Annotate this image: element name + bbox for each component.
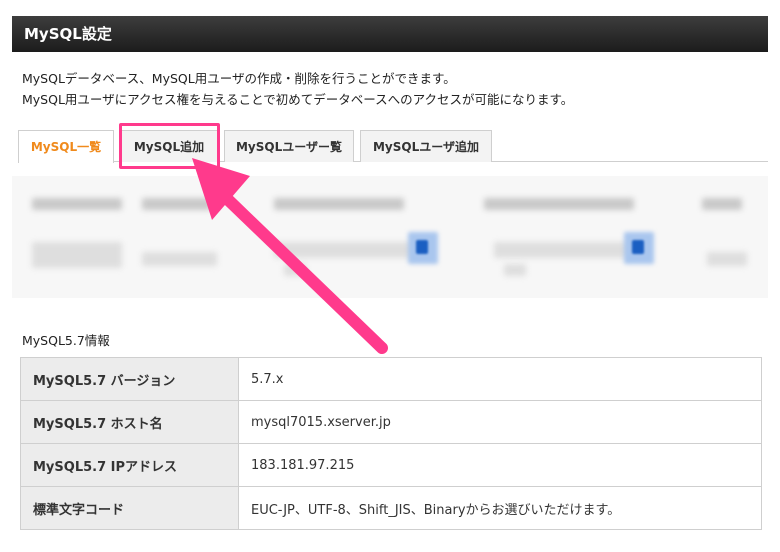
table-row: MySQL5.7 ホスト名 mysql7015.xserver.jp	[20, 400, 762, 444]
blurred-cell	[707, 252, 747, 266]
description-line-2: MySQL用ユーザにアクセス権を与えることで初めてデータベースへのアクセスが可能…	[22, 92, 574, 107]
tab-bar: MySQL一覧 MySQL追加 MySQLユーザー覧 MySQLユーザ追加	[18, 128, 768, 163]
tab-mysql-list[interactable]: MySQL一覧	[18, 130, 114, 163]
row-value-version: 5.7.x	[238, 357, 762, 401]
table-row: 標準文字コード EUC-JP、UTF-8、Shift_JIS、Binaryからお…	[20, 486, 762, 530]
blurred-cell	[284, 264, 306, 276]
mysql-info-table: MySQL5.7 バージョン 5.7.x MySQL5.7 ホスト名 mysql…	[20, 357, 762, 530]
mysql-info-heading: MySQL5.7情報	[22, 333, 110, 348]
table-row: MySQL5.7 IPアドレス 183.181.97.215	[20, 443, 762, 487]
page-title-bar: MySQL設定	[12, 16, 768, 52]
row-label-charset: 標準文字コード	[20, 486, 239, 530]
row-label-version: MySQL5.7 バージョン	[20, 357, 239, 401]
blurred-cell	[32, 198, 122, 210]
blurred-database-table	[12, 176, 768, 298]
blurred-cell	[142, 252, 217, 266]
tab-mysql-user-list[interactable]: MySQLユーザー覧	[224, 130, 354, 162]
blurred-cell	[274, 198, 404, 210]
blurred-cell	[504, 264, 526, 276]
blurred-checkbox	[632, 240, 644, 254]
description-line-1: MySQLデータベース、MySQL用ユーザの作成・削除を行うことができます。	[22, 71, 456, 86]
blurred-checkbox	[416, 240, 428, 254]
row-value-charset: EUC-JP、UTF-8、Shift_JIS、Binaryからお選びいただけます…	[238, 486, 762, 530]
blurred-cell	[702, 198, 742, 210]
page-title: MySQL設定	[24, 25, 112, 43]
blurred-cell	[494, 242, 634, 258]
row-value-ip: 183.181.97.215	[238, 443, 762, 487]
blurred-cell	[274, 242, 414, 258]
blurred-cell	[32, 242, 122, 268]
table-row: MySQL5.7 バージョン 5.7.x	[20, 357, 762, 401]
tab-mysql-user-add[interactable]: MySQLユーザ追加	[360, 130, 492, 162]
tab-mysql-add[interactable]: MySQL追加	[120, 130, 218, 162]
row-label-ip: MySQL5.7 IPアドレス	[20, 443, 239, 487]
row-label-host: MySQL5.7 ホスト名	[20, 400, 239, 444]
blurred-cell	[142, 198, 212, 210]
blurred-cell	[484, 198, 634, 210]
row-value-host: mysql7015.xserver.jp	[238, 400, 762, 444]
description: MySQLデータベース、MySQL用ユーザの作成・削除を行うことができます。 M…	[22, 68, 573, 110]
